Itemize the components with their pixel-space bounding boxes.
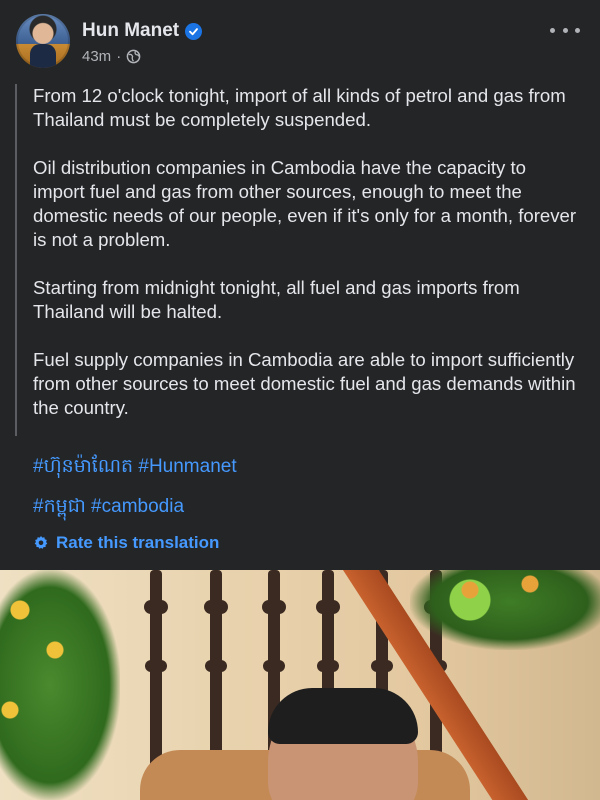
more-options-icon[interactable] (550, 22, 580, 38)
post-time[interactable]: 43m (82, 48, 111, 65)
post-header: Hun Manet 43m · (16, 14, 584, 72)
post-text: From 12 o'clock tonight, import of all k… (15, 84, 582, 444)
hashtag-line-2[interactable]: #កម្ពុជា #cambodia (33, 495, 237, 519)
globe-icon (126, 49, 141, 64)
rate-translation-link[interactable]: Rate this translation (33, 533, 219, 553)
gear-icon (34, 536, 48, 549)
post-meta: 43m · (82, 48, 141, 65)
author-name[interactable]: Hun Manet (82, 20, 179, 42)
post-paragraph-1: From 12 o'clock tonight, import of all k… (33, 85, 566, 130)
translation-quote-bar (15, 84, 17, 436)
post-card: Hun Manet 43m · From 12 o'clock tonight,… (0, 0, 600, 570)
hashtag-line-1[interactable]: #ហ៊ុនម៉ាណែត #Hunmanet (33, 455, 237, 479)
rate-translation-label: Rate this translation (56, 533, 220, 552)
author-row: Hun Manet (82, 20, 203, 42)
meta-separator: · (116, 48, 122, 65)
hashtags: #ហ៊ុនម៉ាណែត #Hunmanet #កម្ពុជា #cambodia (33, 455, 237, 535)
post-paragraph-2: Oil distribution companies in Cambodia h… (33, 157, 577, 250)
verified-badge-icon (185, 22, 203, 40)
post-paragraph-4: Fuel supply companies in Cambodia are ab… (33, 349, 576, 418)
post-photo[interactable] (0, 570, 600, 800)
avatar[interactable] (16, 14, 70, 68)
post-paragraph-3: Starting from midnight tonight, all fuel… (33, 277, 520, 322)
